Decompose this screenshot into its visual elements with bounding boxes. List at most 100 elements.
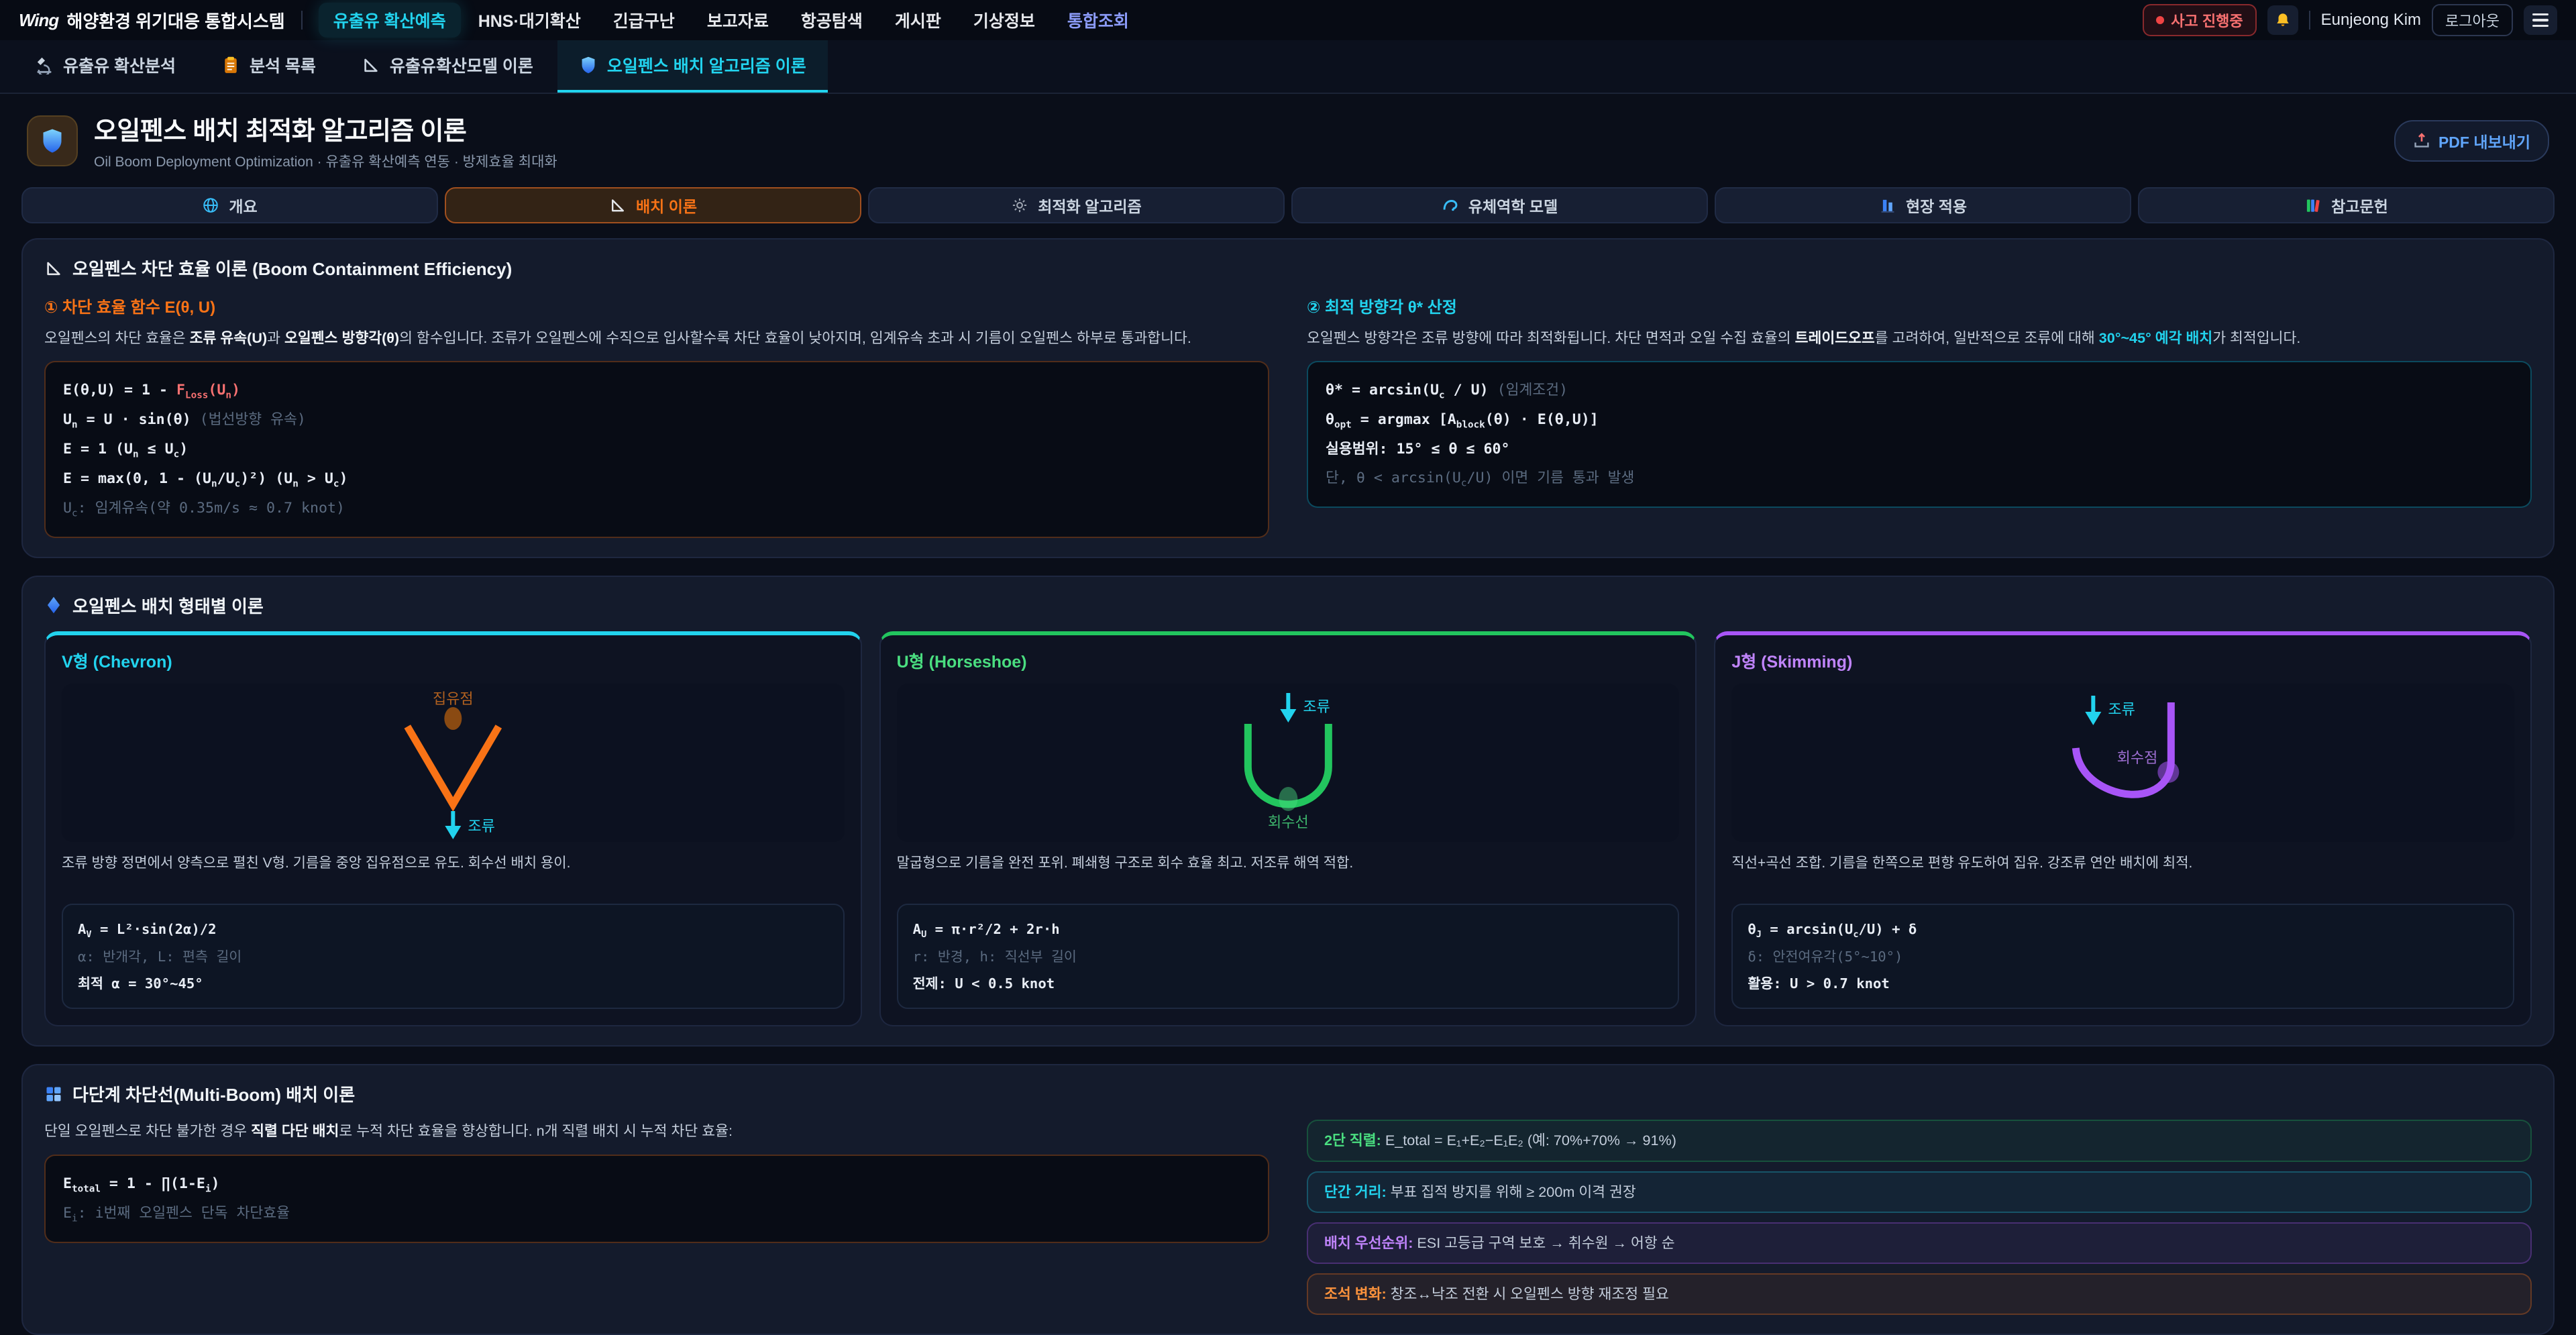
- export-icon: [2413, 132, 2430, 150]
- tab-optimization-algorithm[interactable]: 최적화 알고리즘: [868, 187, 1285, 223]
- tab-overview[interactable]: 개요: [21, 187, 438, 223]
- tab-label: 현장 적용: [1906, 194, 1967, 217]
- section-title-row: 오일펜스 차단 효율 이론 (Boom Containment Efficien…: [44, 256, 2532, 280]
- shape-description: 조류 방향 정면에서 양측으로 펼친 V형. 기름을 중앙 집유점으로 유도. …: [62, 853, 845, 893]
- app-logo: Wing 해양환경 위기대응 통합시스템: [19, 8, 285, 33]
- logout-button[interactable]: 로그아웃: [2432, 4, 2513, 36]
- tab-references[interactable]: 참고문헌: [2138, 187, 2555, 223]
- formula-line: 단, θ < arcsin(Uc/U) 이면 기름 통과 발생: [1326, 464, 2513, 493]
- pdf-export-button[interactable]: PDF 내보내기: [2394, 120, 2549, 162]
- subtab-label: 유출유확산모델 이론: [390, 53, 533, 77]
- section-title-row: 오일펜스 배치 형태별 이론: [44, 593, 2532, 618]
- boom-shape-card-skimming: J형 (Skimming) 조류 회수점 직선+곡선 조합. 기름을 한쪽으로 …: [1714, 631, 2532, 1027]
- secondary-tab-bar: 유출유 확산분석 분석 목록 유출유확산모델 이론 오일펜스 배치 알고리즘 이…: [0, 40, 2576, 94]
- page-title-block: 오일펜스 배치 최적화 알고리즘 이론 Oil Boom Deployment …: [94, 110, 557, 171]
- shape-formula-block: AU = π·r²/2 + 2r·h r: 반경, h: 직선부 길이 전제: …: [897, 904, 1680, 1010]
- nav-item-aerial-search[interactable]: 항공탐색: [786, 3, 877, 38]
- nav-item-oil-spill-forecast[interactable]: 유출유 확산예측: [319, 3, 461, 38]
- main-content: 오일펜스 차단 효율 이론 (Boom Containment Efficien…: [0, 238, 2576, 1335]
- tab-label: 참고문헌: [2331, 194, 2388, 217]
- note-spacing: 단간 거리: 부표 집적 방지를 위해 ≥ 200m 이격 권장: [1307, 1171, 2532, 1213]
- boom-shape-card-horseshoe: U형 (Horseshoe) 조류 회수선 말굽형으로 기름을 완전 포위. 폐…: [879, 631, 1697, 1027]
- section-containment-efficiency: 오일펜스 차단 효율 이론 (Boom Containment Efficien…: [21, 238, 2555, 558]
- current-arrowhead: [1280, 709, 1296, 723]
- clipboard-icon: [221, 56, 240, 74]
- shape-description: 직선+곡선 조합. 기름을 한쪽으로 편향 유도하여 집유. 강조류 연안 배치…: [1731, 853, 2514, 893]
- subtab-label: 유출유 확산분석: [63, 53, 176, 77]
- formula-line: θ* = arcsin(Uc / U) (임계조건): [1326, 376, 2513, 405]
- boom-v-line: [407, 727, 498, 804]
- tab-deployment-theory[interactable]: 배치 이론: [445, 187, 861, 223]
- multiboom-paragraph: 단일 오일펜스로 차단 불가한 경우 직렬 다단 배치로 누적 차단 효율을 향…: [44, 1120, 1269, 1142]
- nav-item-reports[interactable]: 보고자료: [692, 3, 784, 38]
- formula-line: r: 반경, h: 직선부 길이: [913, 943, 1664, 970]
- efficiency-function-column: ① 차단 효율 함수 E(θ, U) 오일펜스의 차단 효율은 조류 유속(U)…: [44, 294, 1269, 538]
- notifications-button[interactable]: [2267, 5, 2298, 35]
- formula-line: AV = L²·sin(2α)/2: [78, 916, 828, 944]
- nav-item-weather-info[interactable]: 기상정보: [959, 3, 1050, 38]
- formula-line: 실용범위: 15° ≤ θ ≤ 60°: [1326, 435, 2513, 464]
- divider: [2309, 11, 2310, 30]
- incident-status-badge[interactable]: 사고 진행중: [2143, 4, 2256, 36]
- hamburger-menu-button[interactable]: [2524, 5, 2557, 35]
- multiboom-notes-column: 2단 직렬: E_total = E₁+E₂−E₁E₂ (예: 70%+70% …: [1307, 1120, 2532, 1315]
- collection-point-label: 집유점: [433, 690, 474, 707]
- multiboom-formula-block: Etotal = 1 - ∏(1-Ei) Ei: i번째 오일펜스 단독 차단효…: [44, 1155, 1269, 1243]
- shape-formula-block: AV = L²·sin(2α)/2 α: 반개각, L: 편측 길이 최적 α …: [62, 904, 845, 1010]
- section-multi-boom: 다단계 차단선(Multi-Boom) 배치 이론 단일 오일펜스로 차단 불가…: [21, 1064, 2555, 1335]
- shield-icon: [579, 56, 598, 74]
- app-title: 해양환경 위기대응 통합시스템: [66, 8, 284, 33]
- shape-card-title: V형 (Chevron): [62, 649, 845, 673]
- formula-line: E(θ,U) = 1 - FLoss(Un): [63, 376, 1250, 405]
- current-arrowhead: [2086, 712, 2102, 725]
- formula-line: Etotal = 1 - ∏(1-Ei): [63, 1169, 1250, 1199]
- subsection-heading: ① 차단 효율 함수 E(θ, U): [44, 294, 1269, 317]
- grid-icon: [44, 1085, 63, 1104]
- chevron-diagram: 집유점 조류: [62, 684, 845, 842]
- subtab-label: 분석 목록: [250, 53, 316, 77]
- formula-line: Un = U · sin(θ) (법선방향 유속): [63, 405, 1250, 435]
- books-icon: [2304, 197, 2322, 214]
- pdf-export-label: PDF 내보내기: [2438, 129, 2530, 152]
- current-label: 조류: [2108, 701, 2135, 718]
- page-subtitle: Oil Boom Deployment Optimization · 유출유 확…: [94, 151, 557, 171]
- shape-card-title: U형 (Horseshoe): [897, 649, 1680, 673]
- subtab-spill-analysis[interactable]: 유출유 확산분석: [13, 40, 197, 93]
- diamond-icon: [44, 596, 63, 615]
- section-title: 오일펜스 배치 형태별 이론: [72, 593, 264, 618]
- formula-line: Uc: 임계유속(약 0.35m/s ≈ 0.7 knot): [63, 494, 1250, 523]
- divider: [301, 11, 303, 30]
- status-dot-icon: [2156, 16, 2164, 24]
- page-icon-badge: [27, 115, 78, 166]
- skimming-diagram: 조류 회수점: [1731, 684, 2514, 842]
- globe-icon: [202, 197, 219, 214]
- formula-line: α: 반개각, L: 편측 길이: [78, 943, 828, 970]
- section-title: 다단계 차단선(Multi-Boom) 배치 이론: [72, 1081, 355, 1106]
- multiboom-formula-column: 단일 오일펜스로 차단 불가한 경우 직렬 다단 배치로 누적 차단 효율을 향…: [44, 1120, 1269, 1315]
- formula-line: δ: 안전여유각(5°~10°): [1748, 943, 2498, 970]
- nav-item-board[interactable]: 게시판: [880, 3, 956, 38]
- section-boom-shapes: 오일펜스 배치 형태별 이론 V형 (Chevron) 집유점 조류 조류 방향…: [21, 576, 2555, 1047]
- formula-line: 전제: U < 0.5 knot: [913, 970, 1664, 997]
- efficiency-formula-block: E(θ,U) = 1 - FLoss(Un) Un = U · sin(θ) (…: [44, 361, 1269, 537]
- tab-field-application[interactable]: 현장 적용: [1715, 187, 2131, 223]
- shape-description: 말굽형으로 기름을 완전 포위. 폐쇄형 구조로 회수 효율 최고. 저조류 해…: [897, 853, 1680, 893]
- note-tidal-change: 조석 변화: 창조↔낙조 전환 시 오일펜스 방향 재조정 필요: [1307, 1273, 2532, 1315]
- subtab-boom-algorithm-theory[interactable]: 오일펜스 배치 알고리즘 이론: [557, 40, 828, 93]
- formula-line: θJ = arcsin(Uc/U) + δ: [1748, 916, 2498, 944]
- formula-line: θopt = argmax [Ablock(θ) · E(θ,U)]: [1326, 405, 2513, 435]
- logo-wing-mark: Wing: [19, 10, 58, 31]
- nav-item-integrated-search[interactable]: 통합조회: [1053, 3, 1144, 38]
- tab-hydrodynamics-model[interactable]: 유체역학 모델: [1291, 187, 1708, 223]
- wave-icon: [1442, 197, 1459, 214]
- recovery-vessel-marker: [1279, 787, 1297, 811]
- horseshoe-diagram: 조류 회수선: [897, 684, 1680, 842]
- subsection-heading: ② 최적 방향각 θ* 산정: [1307, 294, 2532, 317]
- recovery-point-marker: [2158, 761, 2180, 783]
- set-square-icon: [609, 197, 627, 214]
- nav-item-hns-atmospheric[interactable]: HNS·대기확산: [464, 3, 596, 38]
- subtab-analysis-list[interactable]: 분석 목록: [200, 40, 337, 93]
- subsection-paragraph: 오일펜스의 차단 효율은 조류 유속(U)과 오일펜스 방향각(θ)의 함수입니…: [44, 327, 1269, 349]
- subtab-diffusion-model-theory[interactable]: 유출유확산모델 이론: [340, 40, 555, 93]
- nav-item-emergency-rescue[interactable]: 긴급구난: [598, 3, 690, 38]
